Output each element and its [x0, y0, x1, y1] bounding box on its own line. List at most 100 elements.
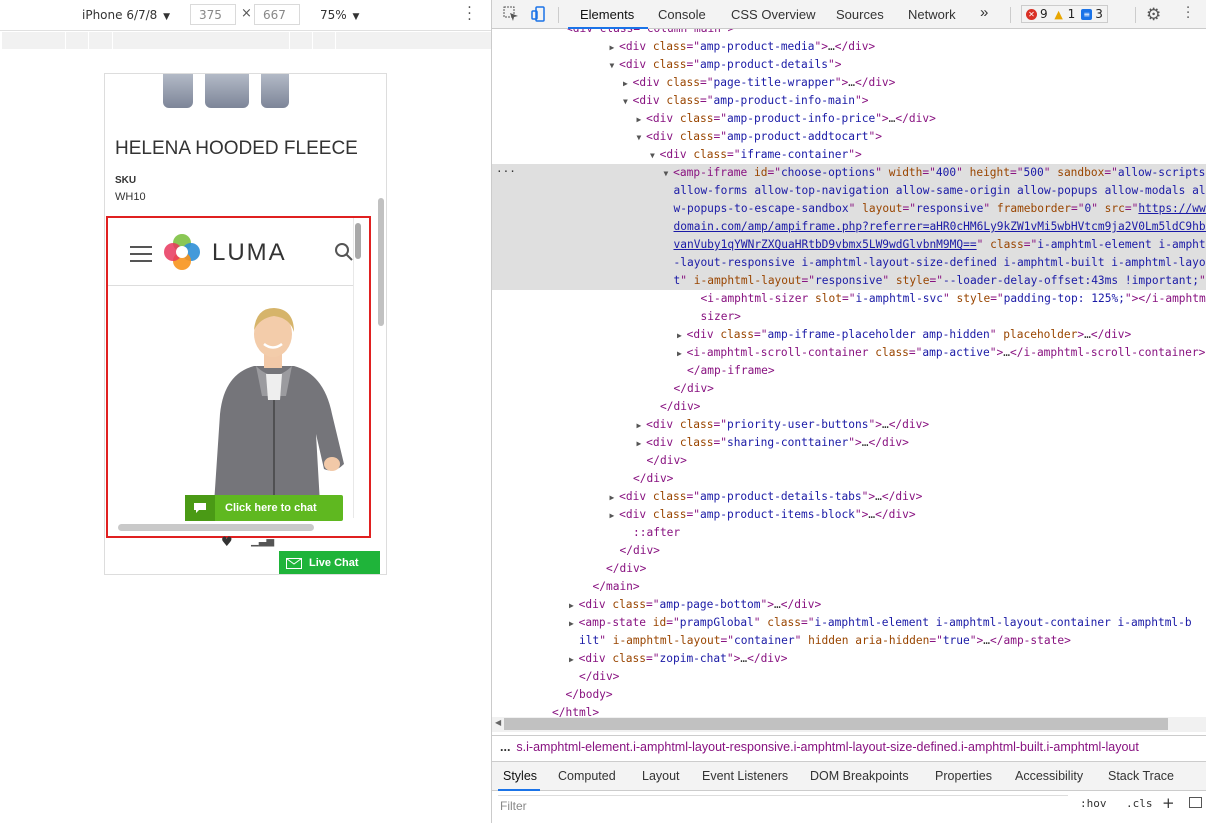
- dom-line[interactable]: ▼ <div class="amp-product-addtocart">: [492, 128, 1206, 146]
- more-tabs-button[interactable]: »: [980, 4, 988, 21]
- dom-line[interactable]: ▶ <div class="amp-product-media">…</div>: [492, 38, 1206, 56]
- wishlist-heart-icon[interactable]: ♥: [221, 535, 233, 550]
- dom-line[interactable]: ::after: [492, 524, 1206, 542]
- dom-line[interactable]: -layout-responsive i-amphtml-layout-size…: [492, 254, 1206, 272]
- collapse-triangle-icon[interactable]: ▶: [623, 79, 633, 88]
- dom-line[interactable]: vanVuby1qYWNrZXQuaHRtbD9vbmx5LW9wdGlvbnM…: [492, 236, 1206, 254]
- toggle-sidebar-icon[interactable]: [1189, 797, 1202, 808]
- dom-line[interactable]: ▼ <amp-iframe id="choose-options" width=…: [492, 164, 1206, 182]
- expand-triangle-icon[interactable]: ▼: [623, 97, 633, 106]
- tab-accessibility[interactable]: Accessibility: [1015, 769, 1083, 783]
- height-input[interactable]: 667: [254, 4, 300, 25]
- collapse-triangle-icon[interactable]: ▶: [569, 601, 579, 610]
- more-options-icon[interactable]: · · ·: [464, 1, 474, 27]
- dom-line[interactable]: </div>: [492, 542, 1206, 560]
- dom-line[interactable]: ▶ <div class="zopim-chat">…</div>: [492, 650, 1206, 668]
- product-image[interactable]: [194, 304, 350, 504]
- dom-line[interactable]: ▶ <amp-state id="prampGlobal" class="i-a…: [492, 614, 1206, 632]
- dom-line[interactable]: ▶ <div class="sharing-conttainer">…</div…: [492, 434, 1206, 452]
- thumbnail-image[interactable]: [261, 74, 289, 108]
- page-scrollbar[interactable]: [378, 198, 384, 326]
- dom-line[interactable]: ▼ <div class="iframe-container">: [492, 146, 1206, 164]
- dom-line[interactable]: sizer>: [492, 308, 1206, 326]
- new-style-rule-button[interactable]: +: [1162, 794, 1175, 812]
- dom-line[interactable]: t" i-amphtml-layout="responsive" style="…: [492, 272, 1206, 290]
- elements-horizontal-scrollbar[interactable]: ◀: [492, 717, 1206, 732]
- dom-line[interactable]: </div>: [492, 470, 1206, 488]
- dom-line[interactable]: ▼ <div class="amp-product-info-main">: [492, 92, 1206, 110]
- compare-icon[interactable]: ▁▃▅: [251, 536, 274, 547]
- collapse-triangle-icon[interactable]: ▶: [569, 619, 579, 628]
- dom-line[interactable]: ▶ <div class="amp-page-bottom">…</div>: [492, 596, 1206, 614]
- tab-layout[interactable]: Layout: [642, 769, 680, 783]
- styles-filter-input[interactable]: Filter: [500, 799, 527, 813]
- iframe-horizontal-scrollbar[interactable]: [118, 524, 314, 531]
- dom-line[interactable]: ▶ <div class="amp-product-items-block">……: [492, 506, 1206, 524]
- media-query-bar[interactable]: [2, 32, 491, 49]
- tab-properties[interactable]: Properties: [935, 769, 992, 783]
- thumbnail-image[interactable]: [205, 74, 249, 108]
- dom-line[interactable]: ▶ <div class="page-title-wrapper">…</div…: [492, 74, 1206, 92]
- dom-line[interactable]: ▼ <div class="amp-product-details">: [492, 56, 1206, 74]
- dom-line[interactable]: </div>: [492, 452, 1206, 470]
- collapse-triangle-icon[interactable]: ▶: [637, 421, 647, 430]
- dom-line[interactable]: ▶ <div class="amp-product-details-tabs">…: [492, 488, 1206, 506]
- hov-toggle[interactable]: :hov: [1080, 797, 1107, 810]
- dom-line[interactable]: </div>: [492, 380, 1206, 398]
- dom-line[interactable]: domain.com/amp/ampiframe.php?referrer=aH…: [492, 218, 1206, 236]
- iframe-scrollbar[interactable]: [355, 223, 361, 259]
- device-toggle-icon[interactable]: [531, 6, 547, 22]
- collapse-triangle-icon[interactable]: ▶: [677, 349, 687, 358]
- tab-sources[interactable]: Sources: [836, 7, 884, 22]
- search-icon[interactable]: [334, 242, 354, 262]
- collapse-triangle-icon[interactable]: ▶: [569, 655, 579, 664]
- expand-triangle-icon[interactable]: ▼: [610, 61, 620, 70]
- tab-elements[interactable]: Elements: [580, 7, 634, 22]
- width-input[interactable]: 375: [190, 4, 236, 25]
- tab-console[interactable]: Console: [658, 7, 706, 22]
- dom-line[interactable]: ▶ <div class="priority-user-buttons">…</…: [492, 416, 1206, 434]
- issues-counter[interactable]: ✕ 9 ▲ 1 ≡ 3: [1021, 5, 1108, 23]
- dom-line[interactable]: ▶ <div class="amp-product-info-price">…<…: [492, 110, 1206, 128]
- tab-network[interactable]: Network: [908, 7, 956, 22]
- dom-line[interactable]: </div>: [492, 398, 1206, 416]
- expand-triangle-icon[interactable]: ▼: [664, 169, 674, 178]
- dom-line[interactable]: </body>: [492, 686, 1206, 704]
- inspect-element-icon[interactable]: [503, 6, 519, 22]
- device-select[interactable]: iPhone 6/7/8 ▼: [82, 8, 170, 22]
- tab-event-listeners[interactable]: Event Listeners: [702, 769, 788, 783]
- dom-line[interactable]: </div>: [492, 560, 1206, 578]
- tab-computed[interactable]: Computed: [558, 769, 616, 783]
- collapse-triangle-icon[interactable]: ▶: [637, 439, 647, 448]
- live-chat-button[interactable]: Live Chat: [279, 551, 380, 574]
- dom-line[interactable]: </amp-iframe>: [492, 362, 1206, 380]
- dom-line[interactable]: ▶ <i-amphtml-scroll-container class="amp…: [492, 344, 1206, 362]
- tab-css-overview[interactable]: CSS Overview: [731, 7, 816, 22]
- click-to-chat-button[interactable]: Click here to chat: [185, 495, 343, 521]
- expand-triangle-icon[interactable]: ▼: [650, 151, 660, 160]
- dom-line[interactable]: </div>: [492, 668, 1206, 686]
- more-options-icon[interactable]: · · ·: [1186, 2, 1190, 25]
- dom-line[interactable]: <i-amphtml-sizer slot="i-amphtml-svc" st…: [492, 290, 1206, 308]
- breadcrumb-selected[interactable]: s.i-amphtml-element.i-amphtml-layout-res…: [516, 740, 1138, 754]
- node-actions-ellipsis[interactable]: ···: [496, 165, 516, 178]
- collapse-triangle-icon[interactable]: ▶: [610, 43, 620, 52]
- gear-icon[interactable]: ⚙: [1146, 5, 1161, 25]
- dom-line[interactable]: ilt" i-amphtml-layout="container" hidden…: [492, 632, 1206, 650]
- tab-dom-breakpoints[interactable]: DOM Breakpoints: [810, 769, 909, 783]
- zoom-select[interactable]: 75% ▼: [320, 8, 359, 22]
- menu-icon[interactable]: [130, 246, 152, 262]
- collapse-triangle-icon[interactable]: ▶: [610, 511, 620, 520]
- dom-line[interactable]: allow-forms allow-top-navigation allow-s…: [492, 182, 1206, 200]
- expand-triangle-icon[interactable]: ▼: [637, 133, 647, 142]
- breadcrumb[interactable]: ... s.i-amphtml-element.i-amphtml-layout-…: [492, 735, 1206, 761]
- dom-line[interactable]: ▶ <div class="amp-iframe-placeholder amp…: [492, 326, 1206, 344]
- collapse-triangle-icon[interactable]: ▶: [610, 493, 620, 502]
- tab-styles[interactable]: Styles: [503, 769, 537, 783]
- tab-stack-trace[interactable]: Stack Trace: [1108, 769, 1174, 783]
- thumbnail-image[interactable]: [163, 74, 193, 108]
- dom-line[interactable]: w-popups-to-escape-sandbox" layout="resp…: [492, 200, 1206, 218]
- dom-line[interactable]: </main>: [492, 578, 1206, 596]
- collapse-triangle-icon[interactable]: ▶: [677, 331, 687, 340]
- cls-toggle[interactable]: .cls: [1126, 797, 1153, 810]
